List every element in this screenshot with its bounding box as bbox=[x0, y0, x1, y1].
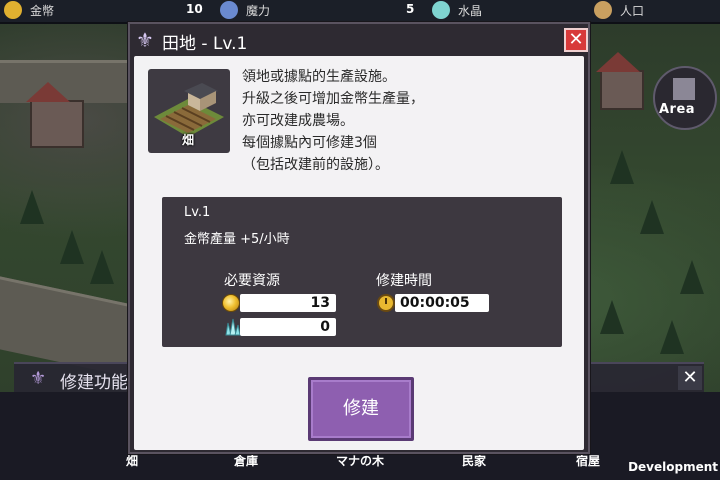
tree bbox=[90, 250, 114, 284]
castle-building bbox=[26, 82, 84, 148]
fleur-de-lis-icon: ⚜ bbox=[30, 368, 47, 389]
tree bbox=[610, 150, 634, 184]
resource-label: 水晶 bbox=[458, 4, 483, 18]
castle-icon bbox=[673, 78, 695, 100]
build-slot-warehouse[interactable]: 倉庫 bbox=[198, 452, 294, 469]
tree bbox=[60, 230, 84, 264]
crystal-icon bbox=[432, 1, 450, 19]
village-house bbox=[596, 52, 644, 110]
dialog-title: 田地 - Lv.1 bbox=[162, 34, 248, 54]
gold-required-value: 13 bbox=[240, 294, 336, 312]
build-slot-house[interactable]: 民家 bbox=[426, 452, 522, 469]
build-time-value: 00:00:05 bbox=[395, 294, 489, 312]
resource-mana[interactable]: 魔力 5 bbox=[216, 0, 422, 20]
area-button[interactable]: Area bbox=[653, 66, 717, 130]
tree bbox=[660, 320, 684, 354]
crystal-icon bbox=[225, 318, 241, 336]
facility-dialog: ⚜ 田地 - Lv.1 ✕ 畑 領地或據點的生產設施。 升級之後可增加金幣生產量… bbox=[128, 22, 590, 454]
clock-icon bbox=[377, 294, 395, 312]
build-time-header: 修建時間 bbox=[376, 273, 432, 289]
field-facility-icon: 畑 bbox=[148, 69, 230, 153]
resource-gold[interactable]: 金幣 10 bbox=[0, 0, 210, 20]
population-icon bbox=[594, 1, 612, 19]
close-button[interactable]: ✕ bbox=[564, 28, 588, 52]
resource-label: 人口 bbox=[620, 4, 645, 18]
facility-description: 領地或據點的生產設施。 升級之後可增加金幣生產量， 亦可改建成農場。 每個據點內… bbox=[242, 66, 572, 176]
resource-value: 5 bbox=[406, 2, 415, 16]
description-line: 每個據點內可修建3個 bbox=[242, 135, 377, 151]
build-button[interactable]: 修建 bbox=[308, 377, 414, 441]
tree bbox=[600, 300, 624, 334]
build-slot-field[interactable]: 畑 bbox=[84, 452, 180, 469]
description-line: 升級之後可增加金幣生產量， bbox=[242, 91, 424, 107]
tree bbox=[640, 200, 664, 234]
tree bbox=[20, 190, 44, 224]
area-button-label: Area bbox=[659, 102, 696, 117]
dialog-header: ⚜ 田地 - Lv.1 ✕ bbox=[130, 24, 588, 56]
required-resources-header: 必要資源 bbox=[224, 273, 280, 289]
resource-label: 魔力 bbox=[246, 4, 271, 18]
dialog-body: 畑 領地或據點的生產設施。 升級之後可增加金幣生產量， 亦可改建成農場。 每個據… bbox=[134, 56, 584, 450]
level-label: Lv.1 bbox=[184, 205, 211, 220]
mana-icon bbox=[220, 1, 238, 19]
upgrade-info-panel: Lv.1 金幣產量 +5/小時 必要資源 修建時間 13 0 00:00:05 bbox=[162, 197, 562, 347]
gold-coin-icon bbox=[4, 1, 22, 19]
production-label: 金幣產量 +5/小時 bbox=[184, 232, 290, 247]
gold-coin-icon bbox=[222, 294, 240, 312]
build-slot-mana-tree[interactable]: マナの木 bbox=[312, 452, 408, 469]
resource-population[interactable]: 人口 bbox=[590, 0, 720, 20]
crystal-required-value: 0 bbox=[240, 318, 336, 336]
resource-crystal[interactable]: 水晶 bbox=[428, 0, 588, 20]
build-slot-inn[interactable]: 宿屋 bbox=[540, 452, 636, 469]
build-menu-title: 修建功能 bbox=[60, 373, 128, 393]
resource-label: 金幣 bbox=[30, 4, 55, 18]
resource-value: 10 bbox=[186, 2, 203, 16]
tree bbox=[680, 260, 704, 294]
description-line: 亦可改建成農場。 bbox=[242, 113, 354, 129]
facility-icon-label: 畑 bbox=[182, 133, 195, 147]
development-label: Development bbox=[628, 460, 718, 474]
description-line: 領地或據點的生產設施。 bbox=[242, 69, 396, 85]
build-menu-close-button[interactable]: ✕ bbox=[678, 366, 702, 390]
fleur-de-lis-icon: ⚜ bbox=[136, 28, 154, 52]
resource-bar: 金幣 10 魔力 5 水晶 人口 bbox=[0, 0, 720, 24]
description-line: （包括改建前的設施）。 bbox=[242, 157, 389, 173]
